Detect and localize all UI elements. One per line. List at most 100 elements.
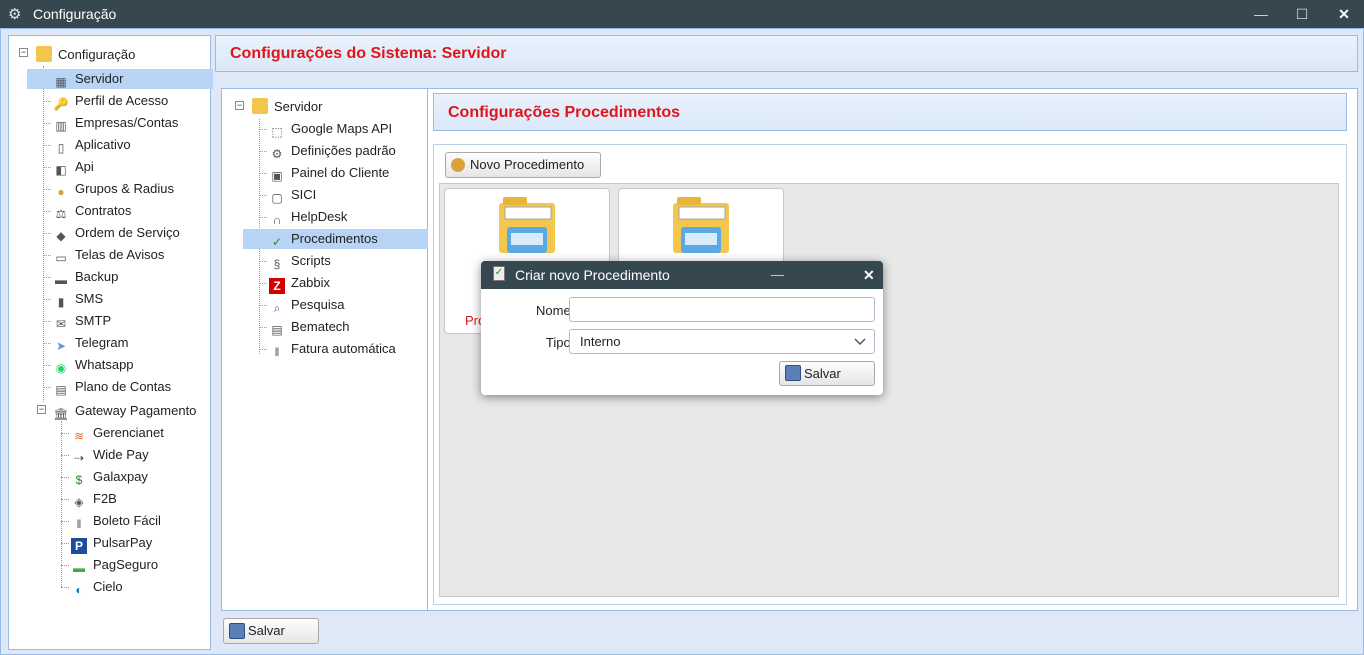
sidebar-item-empresas-contas[interactable]: ▥ Empresas/Contas [53, 113, 178, 133]
tree-line [259, 349, 267, 350]
save-button[interactable]: Salvar [223, 618, 319, 644]
sidebar-item-sms[interactable]: ▮ SMS [53, 289, 103, 309]
tree-line [259, 305, 267, 306]
tree-line [43, 299, 51, 300]
dialog-minimize-button[interactable]: — [771, 267, 784, 282]
sidebar-item-galaxpay[interactable]: $ Galaxpay [71, 467, 148, 487]
tree-item-zabbix[interactable]: Z Zabbix [269, 273, 331, 294]
sidebar-item-pulsarpay[interactable]: P PulsarPay [71, 533, 152, 554]
tape-icon: ▬ [55, 273, 67, 287]
tree-item-sici[interactable]: ▢ SICI [269, 185, 316, 205]
tree-item-label: Boleto Fácil [93, 513, 161, 528]
tree-item-label: Telas de Avisos [75, 247, 165, 262]
tree-line [259, 129, 267, 130]
script-icon: § [273, 257, 281, 271]
tree-item-label: Procedimentos [291, 231, 378, 246]
dialog-save-label: Salvar [804, 366, 841, 381]
sidebar-item-telas-de-avisos[interactable]: ▭ Telas de Avisos [53, 245, 164, 265]
sidebar-item-servidor[interactable]: ▦ Servidor [27, 69, 213, 89]
tree-line [43, 123, 51, 124]
tree-line [43, 66, 44, 402]
tree-item-painel-do-cliente[interactable]: ▣ Painel do Cliente [269, 163, 389, 183]
type-select-value: Interno [580, 334, 621, 349]
sidebar-item-whatsapp[interactable]: ◉ Whatsapp [53, 355, 134, 375]
tree-root-label: Servidor [274, 99, 323, 114]
sidebar-item-f2b[interactable]: ◈ F2B [71, 489, 116, 509]
sidebar-item-smtp[interactable]: ✉ SMTP [53, 311, 111, 331]
sidebar-item-perfil-de-acesso[interactable]: 🔑 Perfil de Acesso [53, 91, 169, 111]
tree-item-definicoes-padrao[interactable]: ⚙ Definições padrão [269, 141, 396, 161]
sidebar-item-wide-pay[interactable]: ⇢ Wide Pay [71, 445, 149, 465]
sidebar-item-grupos-radius[interactable]: ● Grupos & Radius [53, 179, 174, 199]
sidebar-item-ordem-de-servico[interactable]: ◆ Ordem de Serviço [53, 223, 179, 243]
key-icon: 🔑 [53, 97, 69, 111]
tree-root-configuracao[interactable]: Configuração [36, 45, 135, 65]
sidebar-item-api[interactable]: ◧ Api [53, 157, 93, 177]
tree-item-helpdesk[interactable]: ∩ HelpDesk [269, 207, 348, 227]
galaxpay-icon: $ [75, 473, 83, 487]
new-procedure-label: Novo Procedimento [470, 157, 585, 172]
close-button[interactable]: ✕ [1331, 4, 1357, 24]
mail-icon: ✉ [55, 317, 67, 331]
tree-item-label: Gerencianet [93, 425, 164, 440]
tree-item-label: Plano de Contas [75, 379, 172, 394]
procedures-header: Configurações Procedimentos [433, 93, 1347, 131]
tree-item-label: Wide Pay [93, 447, 149, 462]
dialog-save-button[interactable]: Salvar [779, 361, 875, 386]
collapse-icon[interactable]: − [19, 48, 28, 57]
tree-root-servidor[interactable]: Servidor [252, 97, 322, 117]
phone-icon: ▮ [57, 295, 65, 309]
zabbix-icon: Z [269, 278, 285, 294]
sidebar-item-gerencianet[interactable]: ≋ Gerencianet [71, 423, 164, 443]
tag-icon: ◆ [56, 229, 66, 243]
f2b-icon: ◈ [74, 495, 84, 509]
tree-item-bematech[interactable]: ▤ Bematech [269, 317, 349, 337]
tree-item-fatura-automatica[interactable]: ‖ Fatura automática [269, 339, 396, 359]
dialog-close-button[interactable]: ✕ [863, 267, 875, 284]
save-label: Salvar [248, 623, 285, 638]
folder-icon [673, 197, 729, 253]
sidebar-item-aplicativo[interactable]: ▯ Aplicativo [53, 135, 131, 155]
barcode-icon: ‖ [274, 345, 280, 359]
tree-item-pesquisa[interactable]: ⌕ Pesquisa [269, 295, 345, 315]
tree-line [43, 321, 51, 322]
building-icon: ▥ [55, 119, 67, 133]
type-select[interactable]: Interno [569, 329, 875, 354]
sidebar-item-telegram[interactable]: ➤ Telegram [53, 333, 129, 353]
tree-item-procedimentos[interactable]: ✓ Procedimentos [243, 229, 429, 249]
name-input[interactable] [569, 297, 875, 322]
minimize-button[interactable]: — [1248, 4, 1274, 24]
collapse-icon[interactable]: − [235, 101, 244, 110]
sidebar-item-pagseguro[interactable]: ▬ PagSeguro [71, 555, 158, 575]
monitor-icon: ▭ [55, 251, 67, 265]
tree-line [61, 433, 69, 434]
page-title: Configurações do Sistema: Servidor [215, 35, 1358, 72]
chevron-down-icon [854, 338, 866, 346]
clipboard-icon: ✓ [271, 235, 283, 249]
tree-line [43, 211, 51, 212]
tree-item-scripts[interactable]: § Scripts [269, 251, 331, 271]
pulsarpay-icon: P [71, 538, 87, 554]
sidebar-item-backup[interactable]: ▬ Backup [53, 267, 118, 287]
sidebar-item-contratos[interactable]: ⚖ Contratos [53, 201, 132, 221]
tree-item-label: Google Maps API [291, 121, 393, 136]
maximize-button[interactable]: ☐ [1289, 4, 1315, 24]
tree-item-google-maps-api[interactable]: ⬚ Google Maps API [269, 119, 392, 139]
new-procedure-button[interactable]: Novo Procedimento [445, 152, 601, 178]
tree-line [43, 167, 51, 168]
sidebar-item-boleto-facil[interactable]: ‖ Boleto Fácil [71, 511, 161, 531]
sidebar-item-cielo[interactable]: ◐ Cielo [71, 577, 122, 597]
dialog-titlebar: ✓ Criar novo Procedimento — ✕ [481, 261, 883, 289]
sidebar-item-gateway-pagamento[interactable]: 🏛 Gateway Pagamento [53, 401, 196, 421]
tree-line [43, 277, 51, 278]
sidebar-item-plano-de-contas[interactable]: ▤ Plano de Contas [53, 377, 171, 397]
tree-item-label: Zabbix [291, 275, 331, 290]
tree-item-label: Painel do Cliente [291, 165, 390, 180]
collapse-icon[interactable]: − [37, 405, 46, 414]
config-tree-panel: − Configuração ▦ Servidor 🔑 Perfil de Acess… [8, 35, 213, 650]
tree-line [61, 521, 69, 522]
floppy-icon [785, 365, 801, 381]
tree-line [61, 455, 69, 456]
headset-icon: ∩ [272, 213, 282, 227]
clipboard-icon: ✓ [493, 266, 505, 281]
